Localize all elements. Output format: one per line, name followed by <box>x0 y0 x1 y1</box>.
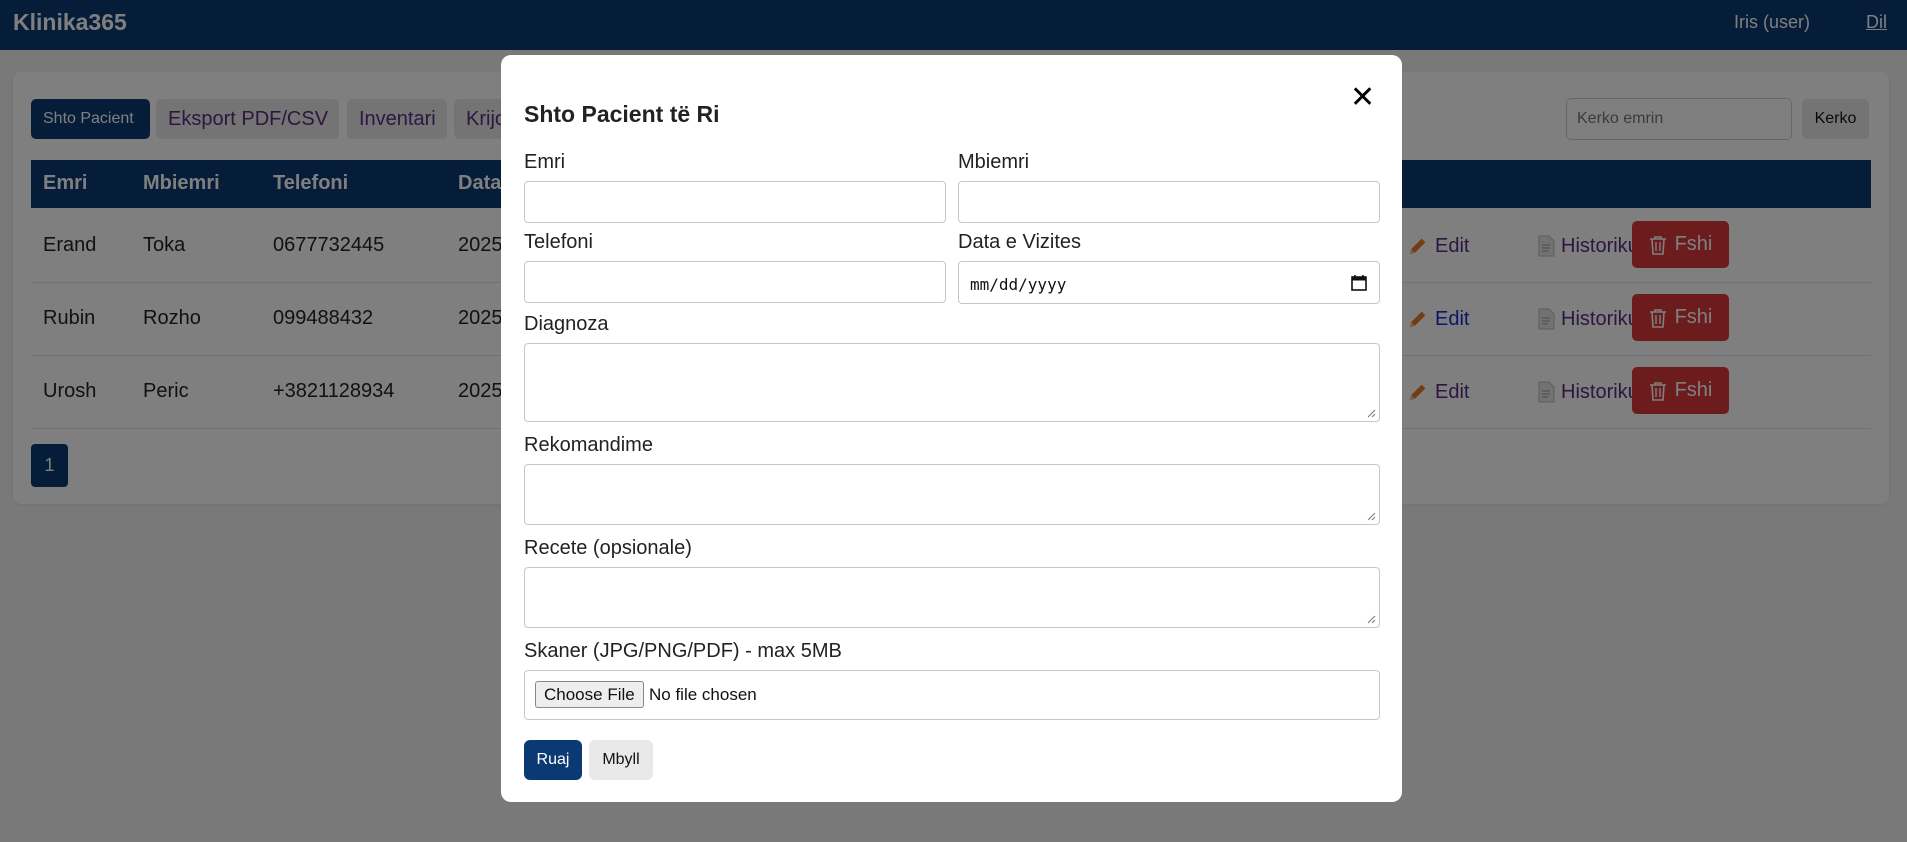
recete-textarea[interactable] <box>524 567 1380 628</box>
diagnoza-textarea[interactable] <box>524 343 1380 422</box>
date-placeholder: mm/dd/yyyy <box>970 275 1067 294</box>
label-diagnoza: Diagnoza <box>524 313 609 335</box>
label-telefoni: Telefoni <box>524 231 593 253</box>
close-button[interactable]: Mbyll <box>589 740 653 780</box>
resize-handle-icon[interactable] <box>1367 615 1376 624</box>
resize-handle-icon[interactable] <box>1367 409 1376 418</box>
label-recete: Recete (opsionale) <box>524 537 692 559</box>
calendar-icon[interactable] <box>1351 274 1367 291</box>
label-skaner: Skaner (JPG/PNG/PDF) - max 5MB <box>524 640 842 662</box>
emri-input[interactable] <box>524 181 946 223</box>
file-upload-field: Choose File No file chosen <box>524 670 1380 720</box>
label-mbiemri: Mbiemri <box>958 151 1030 173</box>
file-status: No file chosen <box>649 685 757 704</box>
label-rekomandime: Rekomandime <box>524 434 653 456</box>
choose-file-button[interactable]: Choose File <box>535 681 644 708</box>
add-patient-modal: Shto Pacient të Ri ✕ Emri Mbiemri Telefo… <box>501 55 1402 802</box>
mbiemri-input[interactable] <box>958 181 1380 223</box>
label-data-vizites: Data e Vizites <box>958 231 1082 253</box>
rekomandime-textarea[interactable] <box>524 464 1380 525</box>
label-emri: Emri <box>524 151 566 173</box>
date-input[interactable]: mm/dd/yyyy <box>958 261 1380 304</box>
save-button[interactable]: Ruaj <box>524 740 582 780</box>
resize-handle-icon[interactable] <box>1367 512 1376 521</box>
telefoni-input[interactable] <box>524 261 946 303</box>
modal-title: Shto Pacient të Ri <box>524 101 720 127</box>
close-icon[interactable]: ✕ <box>1350 83 1375 113</box>
